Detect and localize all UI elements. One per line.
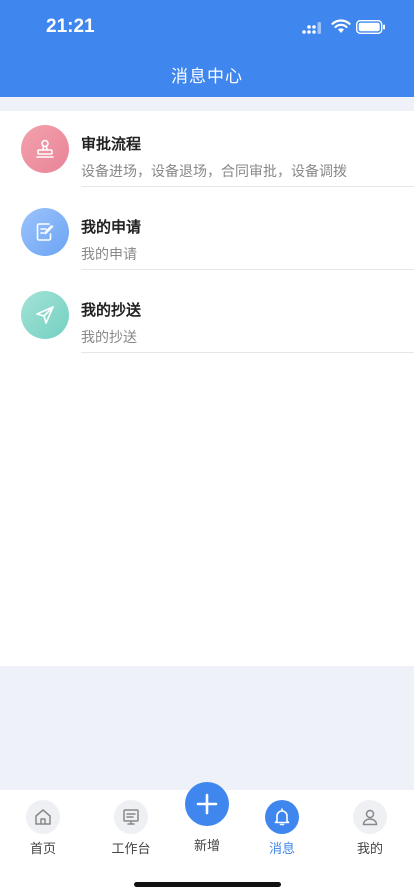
user-icon [353, 800, 387, 834]
message-item-approval[interactable]: 审批流程 设备进场，设备退场，合同审批，设备调拨 [0, 111, 414, 194]
status-bar: 21:21 [0, 0, 414, 52]
edit-document-icon [36, 223, 54, 241]
tab-messages[interactable]: 消息 [252, 800, 312, 857]
message-item-title: 审批流程 [81, 135, 142, 153]
divider [81, 269, 414, 270]
message-item-subtitle: 设备进场，设备退场，合同审批，设备调拨 [81, 164, 347, 180]
home-indicator [134, 882, 281, 887]
message-item-subtitle: 我的申请 [81, 247, 137, 263]
monitor-icon [114, 800, 148, 834]
approval-avatar [21, 125, 69, 173]
divider [81, 186, 414, 187]
add-button-label: 新增 [193, 839, 220, 854]
tab-bar: 首页 工作台 新增 消息 我的 [0, 782, 414, 896]
plus-icon [196, 793, 218, 815]
battery-icon [356, 20, 385, 34]
tab-workbench-label: 工作台 [111, 842, 151, 857]
divider [81, 352, 414, 353]
stamp-icon [36, 139, 54, 158]
status-time: 21:21 [46, 16, 95, 37]
message-list: 审批流程 设备进场，设备退场，合同审批，设备调拨 我的申请 我的申请 我的抄送 … [0, 111, 414, 666]
tab-mine-label: 我的 [356, 842, 383, 857]
cellular-signal-icon [302, 22, 321, 34]
send-icon [36, 306, 54, 324]
tab-messages-label: 消息 [268, 842, 295, 857]
tab-mine[interactable]: 我的 [340, 800, 400, 857]
message-item-my-applications[interactable]: 我的申请 我的申请 [0, 194, 414, 277]
my-cc-avatar [21, 291, 69, 339]
bell-icon [265, 800, 299, 834]
home-icon [26, 800, 60, 834]
tab-workbench[interactable]: 工作台 [101, 800, 161, 857]
message-item-my-cc[interactable]: 我的抄送 我的抄送 [0, 277, 414, 360]
wifi-icon [331, 19, 351, 33]
message-item-title: 我的申请 [81, 218, 142, 236]
tab-home-label: 首页 [29, 842, 56, 857]
header: 21:21 消息中心 [0, 0, 414, 97]
tab-home[interactable]: 首页 [13, 800, 73, 857]
my-applications-avatar [21, 208, 69, 256]
message-item-title: 我的抄送 [81, 301, 142, 319]
message-item-subtitle: 我的抄送 [81, 330, 137, 346]
add-button[interactable] [185, 782, 229, 826]
page-title: 消息中心 [171, 67, 243, 87]
